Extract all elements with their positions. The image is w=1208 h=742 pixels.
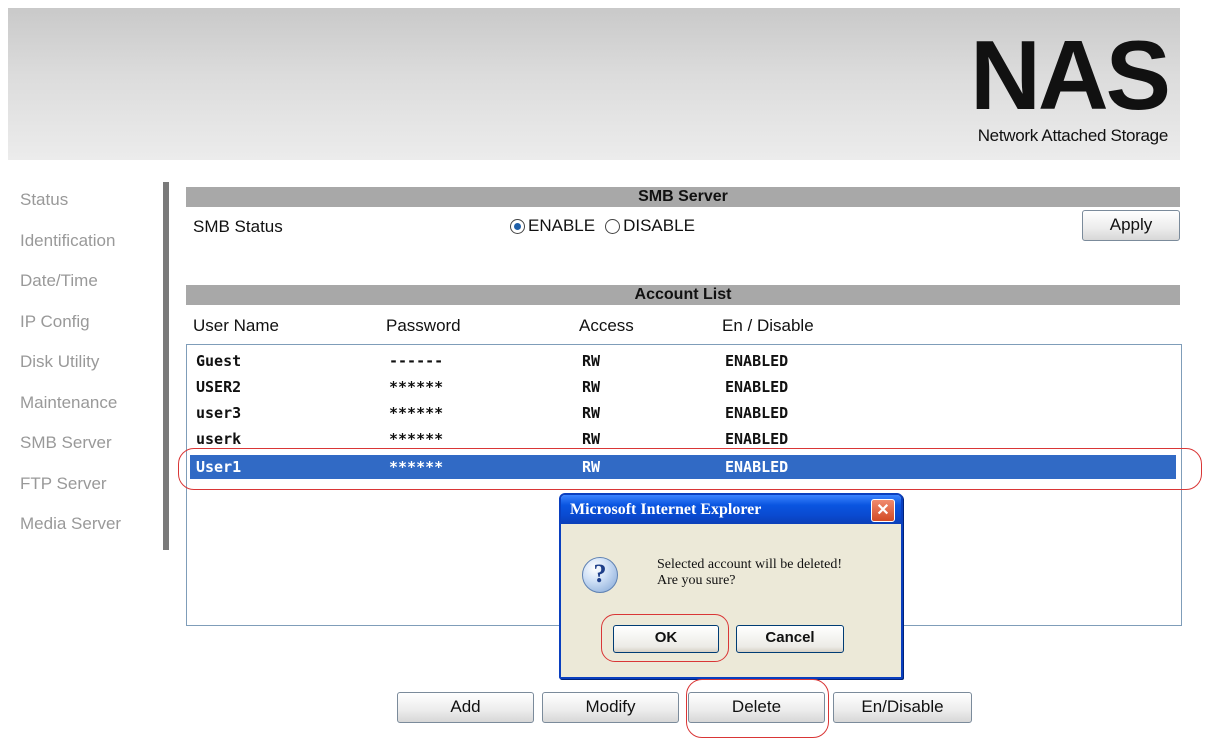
account-status: ENABLED [725, 352, 789, 370]
sidebar-item-disk-utility[interactable]: Disk Utility [20, 352, 121, 393]
account-row[interactable]: Guest ------ RW ENABLED [190, 349, 1176, 373]
account-row[interactable]: user3 ****** RW ENABLED [190, 401, 1176, 425]
col-header-access: Access [579, 316, 634, 335]
question-icon-glyph: ? [593, 559, 607, 588]
sidebar-item-status[interactable]: Status [20, 190, 121, 231]
sidebar-nav: Status Identification Date/Time IP Confi… [20, 190, 121, 555]
dialog-message-line2: Are you sure? [657, 573, 736, 588]
account-access: RW [582, 352, 601, 370]
modify-button[interactable]: Modify [542, 692, 679, 723]
account-status: ENABLED [725, 430, 789, 448]
account-password: ****** [389, 404, 444, 422]
logo-subtitle: Network Attached Storage [977, 126, 1169, 145]
enable-radio-label[interactable]: ENABLE [528, 216, 595, 236]
account-row-selected[interactable]: User1 ****** RW ENABLED [190, 455, 1176, 479]
apply-button[interactable]: Apply [1082, 210, 1180, 241]
col-header-en-disable: En / Disable [722, 316, 814, 335]
account-row[interactable]: USER2 ****** RW ENABLED [190, 375, 1176, 399]
account-status: ENABLED [725, 378, 789, 396]
dialog-title: Microsoft Internet Explorer [570, 501, 762, 518]
account-status: ENABLED [725, 458, 789, 476]
enable-radio[interactable] [510, 218, 525, 234]
add-button[interactable]: Add [397, 692, 534, 723]
nas-logo: NAS Network Attached Storage [970, 20, 1171, 146]
disable-radio[interactable] [605, 218, 621, 234]
sidebar-item-maintenance[interactable]: Maintenance [20, 393, 121, 434]
account-password: ****** [389, 430, 444, 448]
smb-section-header: SMB Server [186, 187, 1180, 207]
account-password: ****** [389, 378, 444, 396]
account-user: Guest [196, 352, 242, 370]
sidebar-item-ip-config[interactable]: IP Config [20, 312, 121, 353]
dialog-titlebar[interactable]: Microsoft Internet Explorer ✕ [561, 495, 901, 524]
dialog-message: Selected account will be deleted! Are yo… [657, 557, 842, 589]
col-header-password: Password [386, 316, 461, 335]
account-password: ****** [389, 458, 444, 476]
smb-status-radio-group: ENABLE DISABLE [510, 216, 705, 236]
sidebar-item-media-server[interactable]: Media Server [20, 514, 121, 555]
sidebar-item-ftp-server[interactable]: FTP Server [20, 474, 121, 515]
smb-status-label: SMB Status [193, 217, 283, 236]
sidebar-divider [163, 182, 169, 550]
close-icon[interactable]: ✕ [871, 499, 895, 522]
delete-button[interactable]: Delete [688, 692, 825, 723]
account-access: RW [582, 404, 601, 422]
account-list-header: Account List [186, 285, 1180, 305]
disable-radio-label[interactable]: DISABLE [623, 216, 695, 236]
sidebar-item-smb-server[interactable]: SMB Server [20, 433, 121, 474]
account-status: ENABLED [725, 404, 789, 422]
account-access: RW [582, 430, 601, 448]
cancel-button[interactable]: Cancel [736, 625, 844, 653]
account-password: ------ [389, 352, 444, 370]
col-header-username: User Name [193, 316, 279, 335]
account-user: USER2 [196, 378, 242, 396]
account-row[interactable]: userk ****** RW ENABLED [190, 427, 1176, 451]
ok-button[interactable]: OK [613, 625, 719, 653]
dialog-message-line1: Selected account will be deleted! [657, 557, 843, 572]
sidebar-item-identification[interactable]: Identification [20, 231, 121, 272]
account-user: userk [196, 430, 242, 448]
account-user: user3 [196, 404, 242, 422]
confirm-dialog: Microsoft Internet Explorer ✕ ? Selected… [559, 493, 903, 679]
en-disable-button[interactable]: En/Disable [833, 692, 972, 723]
account-user: User1 [196, 458, 242, 476]
account-access: RW [582, 378, 601, 396]
header-banner: NAS Network Attached Storage [8, 8, 1180, 160]
question-icon: ? [582, 557, 618, 593]
logo-text: NAS [970, 20, 1171, 130]
sidebar-item-date-time[interactable]: Date/Time [20, 271, 121, 312]
account-access: RW [582, 458, 601, 476]
